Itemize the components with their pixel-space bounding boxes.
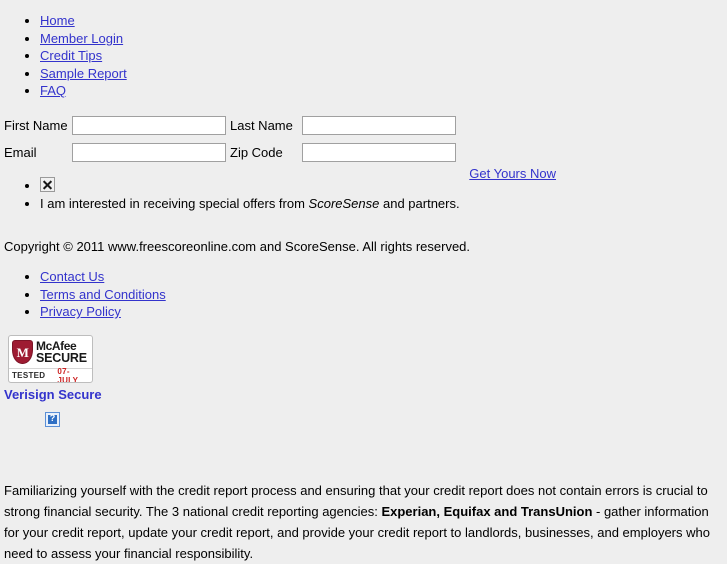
signup-form: First Name Last Name Email Zip Code Get … [0,112,727,181]
first-name-input[interactable] [72,116,226,135]
last-name-label: Last Name [230,118,293,133]
nav-item-sample-report: Sample Report [40,65,127,83]
offers-section: I am interested in receiving special off… [0,177,460,212]
offers-text-before: I am interested in receiving special off… [40,195,309,211]
get-yours-now-link[interactable]: Get Yours Now [469,166,556,181]
top-nav-list: Home Member Login Credit Tips Sample Rep… [0,12,127,100]
footer-item-contact-us: Contact Us [40,268,166,286]
offers-brand-name: ScoreSense [308,195,380,211]
mcafee-secure-badge[interactable]: M McAfee SECURE TESTED 07-JULY [8,335,93,383]
offers-text-item: I am interested in receiving special off… [40,195,460,213]
offers-text-after: and partners. [379,195,460,211]
nav-item-home: Home [40,12,127,30]
mcafee-tested-label: TESTED [12,371,46,380]
info-paragraph-bureaus: Experian, Equifax and TransUnion [381,504,593,519]
mcafee-brand-line1: McAfee [36,338,77,353]
nav-link-sample-report[interactable]: Sample Report [40,66,127,81]
top-navigation: Home Member Login Credit Tips Sample Rep… [0,12,127,100]
mcafee-tested-date: 07-JULY [57,366,79,383]
broken-image-icon[interactable] [40,177,55,192]
mcafee-badge-brand-row: M McAfee SECURE [9,336,92,368]
verisign-broken-image-icon[interactable]: ? [45,412,60,427]
offers-checkbox-item [40,177,460,195]
verisign-icon-glyph: ? [49,413,56,423]
mcafee-shield-icon: M [12,340,33,364]
verisign-secure-link[interactable]: Verisign Secure [4,387,102,402]
zip-code-label: Zip Code [230,145,283,160]
zip-code-input[interactable] [302,143,456,162]
footer-link-privacy-policy[interactable]: Privacy Policy [40,304,121,319]
nav-link-member-login[interactable]: Member Login [40,31,123,46]
footer-navigation: Contact Us Terms and Conditions Privacy … [0,268,166,321]
nav-item-member-login: Member Login [40,30,127,48]
mcafee-tested-row: TESTED 07-JULY [9,366,92,383]
nav-item-credit-tips: Credit Tips [40,47,127,65]
footer-link-terms-and-conditions[interactable]: Terms and Conditions [40,287,166,302]
nav-link-credit-tips[interactable]: Credit Tips [40,48,102,63]
email-input[interactable] [72,143,226,162]
mcafee-brand-line2: SECURE [36,350,87,365]
info-paragraph: Familiarizing yourself with the credit r… [4,480,723,564]
nav-item-faq: FAQ [40,82,127,100]
email-label: Email [4,145,37,160]
footer-link-contact-us[interactable]: Contact Us [40,269,104,284]
copyright-text: Copyright © 2011 www.freescoreonline.com… [4,239,471,254]
first-name-label: First Name [4,118,68,133]
form-row-names: First Name Last Name [0,112,727,139]
footer-item-privacy: Privacy Policy [40,303,166,321]
nav-link-faq[interactable]: FAQ [40,83,66,98]
footer-nav-list: Contact Us Terms and Conditions Privacy … [0,268,166,321]
last-name-input[interactable] [302,116,456,135]
mcafee-wordmark: McAfee SECURE [36,338,87,365]
form-row-email-zip: Email Zip Code [0,139,727,166]
nav-link-home[interactable]: Home [40,13,75,28]
mcafee-shield-letter: M [16,344,29,360]
offers-list: I am interested in receiving special off… [0,177,460,212]
footer-item-terms: Terms and Conditions [40,286,166,304]
